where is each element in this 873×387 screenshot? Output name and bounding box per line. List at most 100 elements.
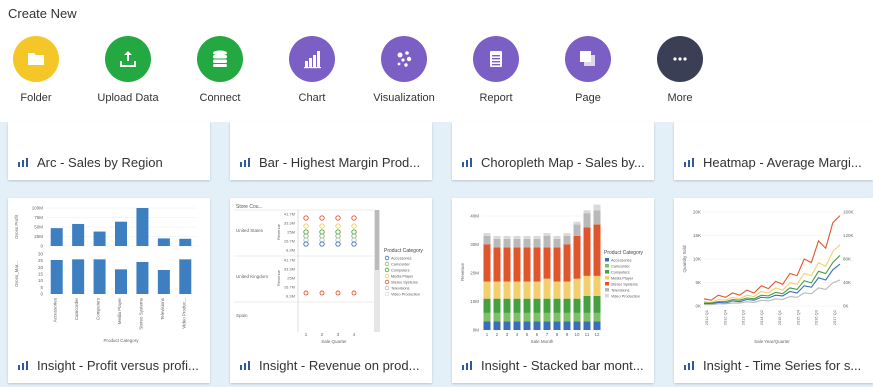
- create-report-button[interactable]: Report: [446, 36, 546, 104]
- card-title-text: Arc - Sales by Region: [37, 154, 163, 170]
- stacked-segment: [553, 298, 561, 313]
- chart-bars-icon: [240, 358, 251, 373]
- stacked-segment: [573, 221, 581, 225]
- stacked-segment: [533, 238, 541, 248]
- stacked-segment: [503, 321, 511, 330]
- stacked-segment: [503, 238, 511, 248]
- stacked-segment: [533, 312, 541, 322]
- create-upload-data-button[interactable]: Upload Data: [78, 36, 178, 104]
- x-tick: Computers: [96, 297, 101, 320]
- legend-swatch: [605, 258, 609, 262]
- stacked-segment: [533, 281, 541, 299]
- y-tick: 75M: [34, 215, 43, 220]
- y-tick: 25M: [287, 276, 295, 281]
- x-tick: Televisions: [160, 297, 165, 320]
- bar-chart-thumbnail: 100M 75M 50M 25M 0 Gross Profit 3025 20 1510 5 0 Gr…: [14, 206, 196, 343]
- insight-card[interactable]: 40M 30M 20M 10M 0M Revenue 1 2 3 4 5 6 7 8 9 10 11 12 Sale…: [452, 198, 654, 383]
- stacked-segment: [533, 321, 541, 330]
- x-tick: 1: [305, 332, 308, 337]
- item-card[interactable]: Arc - Sales by Region: [8, 122, 210, 180]
- x-tick: 2: [321, 332, 324, 337]
- x-tick: 1: [486, 332, 489, 337]
- x-tick: Video Produc...: [181, 298, 186, 329]
- y-tick: 16.7M: [284, 285, 295, 290]
- bar: [136, 208, 149, 246]
- y-tick: 8.3M: [286, 248, 295, 253]
- y-tick: 25M: [287, 230, 295, 235]
- legend-marker: [384, 267, 390, 273]
- stacked-segment: [553, 312, 561, 322]
- create-item-label: Folder: [20, 92, 52, 104]
- stacked-segment: [493, 281, 501, 299]
- y-axis-label: Quantity Sold: [682, 245, 687, 273]
- time-series-thumbnail: 20K 15K 10K 5K 0K 160K 120K 80K 40K 0K Quantity So…: [682, 210, 854, 345]
- stacked-segment: [563, 244, 571, 282]
- stacked-segment: [523, 321, 531, 330]
- y-tick: 33.3M: [284, 221, 295, 226]
- create-chart-button[interactable]: Chart: [262, 36, 362, 104]
- card-title-text: Choropleth Map - Sales by...: [481, 154, 645, 170]
- folder-icon: [13, 36, 59, 82]
- legend-swatch: [605, 264, 609, 268]
- create-item-label: Connect: [199, 92, 241, 104]
- scatter-point: [319, 290, 325, 296]
- create-page-button[interactable]: Page: [538, 36, 638, 104]
- insight-card[interactable]: 100M 75M 50M 25M 0 Gross Profit 30 25 20 15 10 5 0 Gr…: [8, 198, 210, 383]
- stacked-segment: [593, 295, 601, 313]
- chart-bars-icon: [462, 358, 473, 373]
- y-tick: 16.7M: [284, 239, 295, 244]
- x-tick: 3: [337, 332, 340, 337]
- stacked-segment: [543, 247, 551, 279]
- legend-marker: [384, 273, 390, 279]
- x-tick: 10: [574, 332, 580, 337]
- facet-label: Spain: [236, 313, 248, 318]
- create-more-button[interactable]: More: [630, 36, 730, 104]
- stacked-segment: [583, 227, 591, 276]
- insight-card[interactable]: 20K 15K 10K 5K 0K 160K 120K 80K 40K 0K Quantity So…: [674, 198, 873, 383]
- thumbnail: 20K 15K 10K 5K 0K 160K 120K 80K 40K 0K Quantity So…: [678, 202, 869, 345]
- insight-card[interactable]: Store Cou... United States 41.7M 33.3M 25M 16…: [230, 198, 432, 383]
- stacked-segment: [573, 224, 581, 236]
- stacked-segment: [553, 281, 561, 299]
- legend-title: Product Category: [384, 248, 423, 254]
- facet-header: Store Cou...: [236, 204, 263, 210]
- stacked-segment: [523, 281, 531, 299]
- stacked-segment: [513, 312, 521, 322]
- item-card[interactable]: Choropleth Map - Sales by...: [452, 122, 654, 180]
- create-connect-button[interactable]: Connect: [170, 36, 270, 104]
- bar: [157, 238, 170, 246]
- x-tick: Media Player: [117, 298, 122, 325]
- upload-icon: [105, 36, 151, 82]
- page-title: Create New: [8, 6, 77, 21]
- stacked-segment: [503, 298, 511, 313]
- scatter-point: [319, 215, 325, 221]
- x-tick: Stereo Systems: [138, 297, 143, 330]
- legend-swatch: [605, 288, 609, 292]
- x-tick: 2012 Q1: [704, 309, 709, 325]
- stacked-segment: [513, 321, 521, 330]
- stacked-segment: [583, 312, 591, 322]
- more-icon: [657, 36, 703, 82]
- item-card[interactable]: Bar - Highest Margin Prod...: [230, 122, 432, 180]
- x-tick: Accessories: [53, 297, 58, 322]
- y-tick: 0: [40, 244, 43, 249]
- legend-label: Computers: [611, 270, 630, 274]
- legend-marker: [384, 255, 390, 261]
- y-tick: 5: [40, 285, 43, 290]
- stacked-segment: [523, 247, 531, 282]
- stacked-segment: [543, 278, 551, 299]
- x-tick: 2015 Q4: [795, 309, 800, 325]
- item-card[interactable]: Heatmap - Average Margi...: [674, 122, 873, 180]
- stacked-segment: [493, 235, 501, 239]
- stacked-segment: [493, 321, 501, 330]
- stacked-segment: [563, 321, 571, 330]
- stacked-segment: [573, 298, 581, 313]
- stacked-segment: [583, 210, 591, 214]
- scatter-point: [351, 223, 357, 229]
- stacked-segment: [523, 312, 531, 322]
- scatter-point: [303, 290, 309, 296]
- stacked-segment: [593, 204, 601, 211]
- create-visualization-button[interactable]: Visualization: [354, 36, 454, 104]
- create-folder-button[interactable]: Folder: [0, 36, 86, 104]
- create-item-label: Page: [575, 92, 601, 104]
